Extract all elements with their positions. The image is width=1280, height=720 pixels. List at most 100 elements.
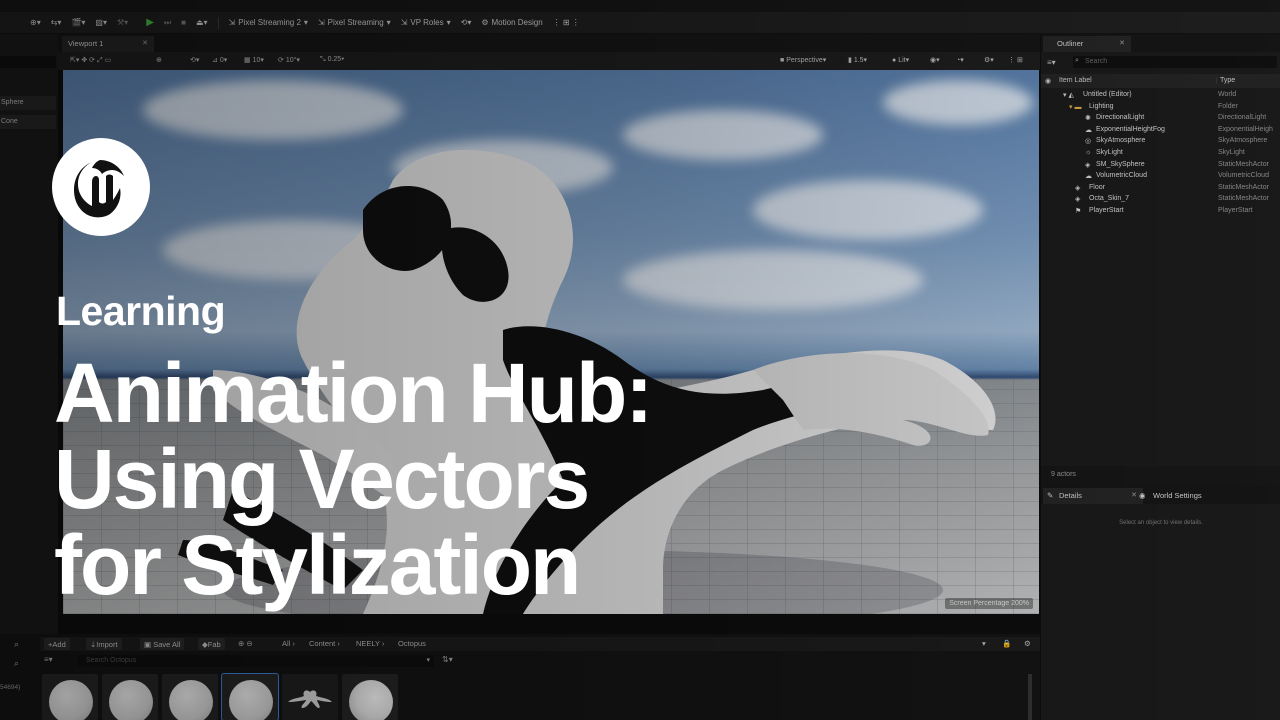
row-type: SkyLight <box>1218 149 1245 156</box>
gear-icon[interactable]: ⚙ <box>1024 639 1031 648</box>
cinematics-button[interactable]: 🎬▾ <box>71 18 85 27</box>
history-back-icon[interactable]: ⊕ ⊖ <box>238 639 253 648</box>
outliner-row[interactable]: ▾ ◭ Untitled (Editor) World <box>1041 90 1280 102</box>
coordinate-system-button[interactable]: ⊕ <box>156 56 162 64</box>
tab-details[interactable]: ✎ Details ✕ <box>1043 488 1143 504</box>
asset-thumbnail[interactable] <box>282 674 338 720</box>
toolbar-more-button[interactable]: ⋮ ⊞ ⋮ <box>553 18 580 27</box>
search-icon[interactable]: ⌕ <box>14 658 19 669</box>
path-dropdown-icon[interactable]: ▾ <box>982 639 986 648</box>
asset-thumbnail[interactable] <box>342 674 398 720</box>
path-segment-all[interactable]: All › <box>282 639 295 648</box>
stop-button[interactable]: ■ <box>181 18 186 27</box>
asset-thumbnail-selected[interactable] <box>221 673 279 720</box>
import-button[interactable]: ⇣Import <box>86 638 122 650</box>
outliner-row[interactable]: ⚑ PlayerStart PlayerStart <box>1041 206 1280 218</box>
outliner-row[interactable]: ▾ ▬ Lighting Folder <box>1041 102 1280 114</box>
content-search-placeholder: Search Octopus <box>86 657 137 664</box>
filter-icon[interactable]: ≡▾ <box>44 655 53 664</box>
rotation-snap-button[interactable]: ⟳ 10°▾ <box>278 56 300 64</box>
add-actor-button[interactable]: ⊕▾ <box>30 18 41 27</box>
grid-snap-button[interactable]: ▦ 10▾ <box>244 56 264 64</box>
content-scrollbar[interactable] <box>1028 674 1032 720</box>
tab-outliner[interactable]: Outliner ✕ <box>1043 36 1131 52</box>
add-button[interactable]: +Add <box>44 638 70 650</box>
scale-snap-button[interactable]: ⤡ 0.25▾ <box>320 56 344 64</box>
asset-thumbnail[interactable] <box>162 674 218 720</box>
outliner-row[interactable]: ✺ DirectionalLight DirectionalLight <box>1041 113 1280 125</box>
view-mode-button[interactable]: ■ Perspective▾ <box>780 56 826 64</box>
sort-icon[interactable]: ⇅▾ <box>442 655 453 664</box>
play-options-button[interactable]: ⏏▾ <box>196 18 208 27</box>
outliner-search-input[interactable]: ⌕ Search <box>1073 56 1277 68</box>
row-type: Folder <box>1218 102 1238 110</box>
outliner-panel: Outliner ✕ ≡▾ ⌕ Search ◉ Item Label Type… <box>1040 34 1280 486</box>
viewport-tabbar: Viewport 1 ✕ <box>58 34 1040 52</box>
subtitle-learning: Learning <box>56 288 226 334</box>
performance-button[interactable]: ◔▾ <box>956 56 964 64</box>
lighting-mode-button[interactable]: ● Lit▾ <box>892 56 909 64</box>
column-type[interactable]: Type <box>1216 77 1235 84</box>
outliner-row[interactable]: ☼ SkyLight SkyLight <box>1041 148 1280 160</box>
place-item-label: Sphere <box>1 99 24 106</box>
path-segment-octopus[interactable]: Octopus <box>398 639 426 648</box>
details-empty-message: Select an object to view details. <box>1041 520 1280 526</box>
outliner-row[interactable]: ◈ Octa_Skin_7 StaticMeshActor <box>1041 194 1280 206</box>
outliner-row[interactable]: ☁ VolumetricCloud VolumetricCloud <box>1041 171 1280 183</box>
show-flags-button[interactable]: ◉▾ <box>930 56 940 64</box>
lock-icon[interactable]: 🔒 <box>1002 639 1011 648</box>
view-mode-label: Perspective <box>786 57 823 64</box>
path-segment-content[interactable]: Content › <box>309 639 340 648</box>
blueprint-button[interactable]: ⇆▾ <box>51 18 62 27</box>
tab-viewport-1[interactable]: Viewport 1 ✕ <box>62 36 154 52</box>
grid-icon: ▦ <box>244 57 251 64</box>
video-title: Animation Hub: Using Vectors for Styliza… <box>54 350 754 608</box>
close-icon[interactable]: ✕ <box>142 39 148 47</box>
visibility-icon[interactable]: ◉ <box>1045 77 1051 85</box>
outliner-row[interactable]: ◈ SM_SkySphere StaticMeshActor <box>1041 160 1280 172</box>
outliner-row[interactable]: ◎ SkyAtmosphere SkyAtmosphere <box>1041 136 1280 148</box>
unreal-logo-icon <box>74 160 124 218</box>
fab-button[interactable]: ◆Fab <box>198 638 225 650</box>
player-start-icon: ⚑ <box>1075 208 1082 215</box>
viewport-tab-label: Viewport 1 <box>68 39 104 48</box>
place-item-sphere[interactable]: Sphere <box>0 96 56 110</box>
close-icon[interactable]: ✕ <box>1119 39 1125 47</box>
camera-speed-button[interactable]: ▮ 1.5▾ <box>848 56 867 64</box>
angle-snap-button[interactable]: ⊿ 0▾ <box>212 56 227 64</box>
actor-count-label: 9 actors <box>1051 471 1076 478</box>
modes-button[interactable]: ▨▾ <box>95 18 107 27</box>
content-search-input[interactable]: Search Octopus ▾ <box>78 655 434 667</box>
outliner-row[interactable]: ☁ ExponentialHeightFog ExponentialHeigh <box>1041 125 1280 137</box>
tab-world-settings[interactable]: ◉ World Settings <box>1137 488 1257 504</box>
title-line: Animation Hub: <box>54 346 653 440</box>
vp-roles-button[interactable]: ⇲ VP Roles ▾ <box>401 18 451 27</box>
asset-thumbnail[interactable] <box>42 674 98 720</box>
actor-count: 9 actors <box>1041 466 1280 486</box>
viewport-settings-button[interactable]: ⚙▾ <box>984 56 994 64</box>
streaming-icon: ⇲ <box>317 18 325 27</box>
place-item-cone[interactable]: Cone <box>0 115 56 129</box>
step-button[interactable]: ⏭ <box>164 18 171 28</box>
motion-design-button[interactable]: ⚙ Motion Design <box>481 18 542 27</box>
play-button[interactable]: ▶ <box>146 17 154 28</box>
asset-thumbnail[interactable] <box>102 674 158 720</box>
search-icon[interactable]: ⌕ <box>14 639 19 650</box>
perf-button[interactable]: ⟲▾ <box>461 18 472 27</box>
outliner-row[interactable]: ◈ Floor StaticMeshActor <box>1041 183 1280 195</box>
place-actors-search[interactable] <box>0 56 56 68</box>
pixel-streaming-2-button[interactable]: ⇲ Pixel Streaming 2 ▾ <box>229 18 308 27</box>
column-item-label[interactable]: Item Label <box>1059 77 1092 84</box>
row-label: SM_SkySphere <box>1096 160 1145 168</box>
surface-snap-button[interactable]: ⟲▾ <box>190 56 199 64</box>
scale-snap-value: 0.25 <box>327 56 342 63</box>
save-all-button[interactable]: ▣ Save All <box>140 638 185 650</box>
path-label: Content <box>309 639 336 648</box>
row-label: VolumetricCloud <box>1096 172 1147 180</box>
path-segment-neely[interactable]: NEELY › <box>356 639 385 648</box>
build-button[interactable]: ⚒▾ <box>117 18 128 27</box>
transform-tools[interactable]: ⇱▾ ✥ ⟳ ⤢ ▭ <box>70 56 111 65</box>
pixel-streaming-button[interactable]: ⇲ Pixel Streaming ▾ <box>318 18 391 27</box>
filter-icon[interactable]: ≡▾ <box>1047 58 1056 67</box>
viewport-layout-button[interactable]: ⋮ ⊞ <box>1008 56 1023 64</box>
